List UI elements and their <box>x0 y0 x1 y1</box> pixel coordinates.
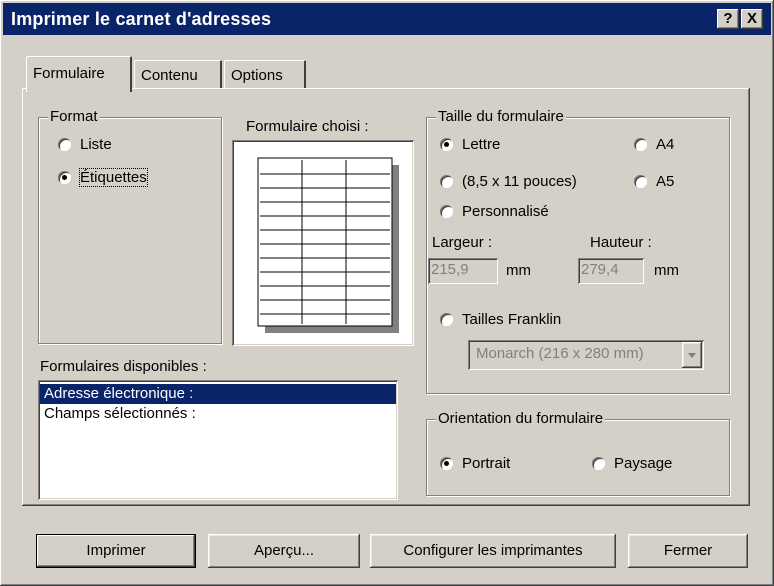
radio-selected-icon <box>440 456 453 470</box>
radio-icon <box>58 137 71 151</box>
size-a4-radio[interactable]: A4 <box>634 133 674 155</box>
label-sheet-preview-icon <box>257 157 399 333</box>
close-button[interactable]: Fermer <box>628 534 748 568</box>
size-franklin-radio[interactable]: Tailles Franklin <box>440 308 561 330</box>
tab-contenu-label: Contenu <box>141 67 198 84</box>
help-button[interactable]: ? <box>717 9 739 29</box>
radio-icon <box>440 174 453 188</box>
size-a5-label: A5 <box>656 172 675 190</box>
width-label: Largeur : <box>432 234 493 251</box>
size-letter-radio[interactable]: Lettre <box>440 133 500 155</box>
window-title: Imprimer le carnet d'adresses <box>11 9 272 29</box>
format-liste-label: Liste <box>80 135 112 153</box>
radio-icon <box>440 204 453 218</box>
print-button[interactable]: Imprimer <box>36 534 196 568</box>
size-a5-radio[interactable]: A5 <box>634 170 674 192</box>
orientation-portrait-label: Portrait <box>462 454 511 472</box>
preview-label: Formulaire choisi : <box>246 118 369 135</box>
tab-formulaire[interactable]: Formulaire <box>26 56 132 92</box>
title-bar: Imprimer le carnet d'adresses ? X <box>3 3 771 35</box>
printer-setup-button[interactable]: Configurer les imprimantes <box>370 534 616 568</box>
format-liste-radio[interactable]: Liste <box>58 133 112 155</box>
radio-icon <box>634 137 647 151</box>
close-window-button[interactable]: X <box>741 9 763 29</box>
height-unit: mm <box>654 262 679 279</box>
size-legend: Taille du formulaire <box>436 108 566 126</box>
preview-area <box>232 140 414 346</box>
radio-icon <box>634 174 647 188</box>
orientation-legend: Orientation du formulaire <box>436 410 606 428</box>
tab-contenu[interactable]: Contenu <box>134 60 222 90</box>
size-letter-desc-label: (8,5 x 11 pouces) <box>462 172 577 190</box>
radio-icon <box>592 456 605 470</box>
list-item[interactable]: Champs sélectionnés : <box>40 404 396 424</box>
available-forms-label: Formulaires disponibles : <box>40 358 207 375</box>
format-legend: Format <box>48 108 100 126</box>
orientation-landscape-label: Paysage <box>614 454 673 472</box>
width-unit: mm <box>506 262 531 279</box>
chevron-down-icon <box>688 353 696 358</box>
tab-options-label: Options <box>231 67 283 84</box>
format-etiquettes-label: Étiquettes <box>79 167 148 187</box>
size-custom-label: Personnalisé <box>462 202 549 220</box>
size-letter-desc-radio[interactable]: (8,5 x 11 pouces) <box>440 170 577 192</box>
radio-selected-icon <box>440 137 453 151</box>
size-a4-label: A4 <box>656 135 675 153</box>
size-custom-radio[interactable]: Personnalisé <box>440 200 549 222</box>
height-label: Hauteur : <box>590 234 652 251</box>
size-letter-label: Lettre <box>462 135 501 153</box>
print-dialog: Imprimer le carnet d'adresses ? X Formul… <box>0 0 774 586</box>
format-etiquettes-radio[interactable]: Étiquettes <box>58 166 148 188</box>
available-forms-list[interactable]: Adresse électronique : Champs sélectionn… <box>38 380 398 500</box>
tab-options[interactable]: Options <box>224 60 306 90</box>
height-field[interactable]: 279,4 <box>578 258 644 284</box>
preview-button[interactable]: Aperçu... <box>208 534 360 568</box>
size-franklin-label: Tailles Franklin <box>462 310 562 328</box>
list-item[interactable]: Adresse électronique : <box>40 384 396 404</box>
orientation-portrait-radio[interactable]: Portrait <box>440 452 510 474</box>
tab-formulaire-label: Formulaire <box>33 65 105 82</box>
radio-selected-icon <box>58 170 71 184</box>
franklin-size-select[interactable]: Monarch (216 x 280 mm) <box>468 340 704 370</box>
franklin-select-value: Monarch (216 x 280 mm) <box>476 345 644 362</box>
orientation-landscape-radio[interactable]: Paysage <box>592 452 672 474</box>
width-field[interactable]: 215,9 <box>428 258 498 284</box>
dropdown-arrow-button[interactable] <box>682 342 702 368</box>
radio-icon <box>440 312 453 326</box>
